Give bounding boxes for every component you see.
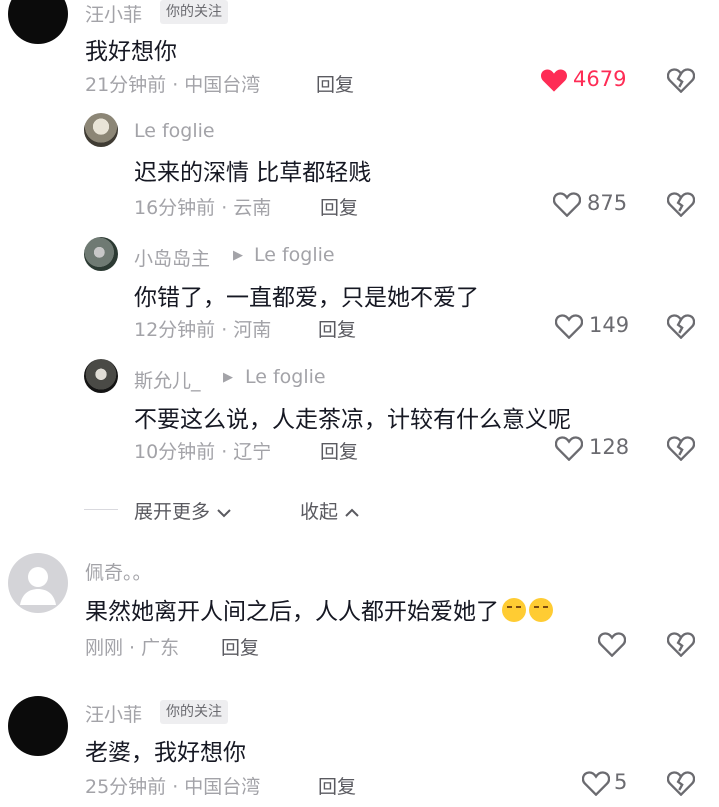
expand-more-label: 展开更多	[134, 501, 211, 523]
broken-heart-icon[interactable]	[667, 435, 695, 461]
reply-button[interactable]: 回复	[316, 70, 354, 97]
default-avatar-icon	[20, 567, 56, 605]
like-count: 875	[587, 191, 628, 215]
comment-time-location: 16分钟前 · 云南	[134, 197, 272, 219]
broken-heart-icon[interactable]	[667, 313, 695, 339]
avatar[interactable]	[84, 113, 118, 147]
heart-icon[interactable]	[555, 435, 583, 461]
avatar[interactable]	[8, 0, 68, 44]
like-count: 4679	[573, 67, 627, 91]
broken-heart-icon[interactable]	[667, 631, 695, 657]
reply-button[interactable]: 回复	[320, 193, 358, 220]
following-badge: 你的关注	[160, 700, 228, 724]
heart-icon[interactable]	[540, 67, 568, 93]
collapse-label: 收起	[300, 501, 339, 523]
comment-time-location: 21分钟前 · 中国台湾	[85, 74, 261, 96]
comment-text: 不要这么说，人走茶凉，计较有什么意义呢	[134, 407, 571, 433]
reply-to-username[interactable]: Le foglie	[254, 244, 335, 266]
comment-time-location: 10分钟前 · 辽宁	[134, 441, 272, 463]
like-count: 5	[614, 770, 628, 794]
broken-heart-icon[interactable]	[667, 67, 695, 93]
reply-button[interactable]: 回复	[221, 633, 259, 660]
crying-emoji-icon	[529, 598, 553, 622]
reply-button[interactable]: 回复	[320, 437, 358, 464]
comment-text: 迟来的深情 比草都轻贱	[134, 160, 372, 186]
like-count: 149	[589, 313, 630, 337]
comment-username[interactable]: 佩奇。。	[85, 558, 152, 585]
chevron-down-icon	[217, 508, 231, 517]
play-triangle-icon: ▶	[223, 370, 233, 385]
comment-username[interactable]: 汪小菲	[85, 0, 142, 27]
expand-more-button[interactable]: 展开更多	[134, 497, 232, 524]
comment-text: 我好想你	[85, 39, 177, 65]
crying-emoji-icon	[502, 598, 526, 622]
play-triangle-icon: ▶	[233, 248, 243, 263]
heart-icon[interactable]	[582, 770, 610, 796]
comment-username[interactable]: 斯允儿_	[134, 366, 201, 393]
like-count: 128	[589, 435, 630, 459]
heart-icon[interactable]	[553, 191, 581, 217]
comment-text: 果然她离开人间之后，人人都开始爱她了	[85, 592, 553, 626]
comment-username[interactable]: Le foglie	[134, 120, 215, 142]
avatar[interactable]	[8, 553, 68, 613]
comment-text: 你错了，一直都爱，只是她不爱了	[134, 285, 479, 311]
reply-button[interactable]: 回复	[318, 772, 356, 799]
broken-heart-icon[interactable]	[667, 191, 695, 217]
comment-username[interactable]: 汪小菲	[85, 700, 142, 727]
chevron-up-icon	[345, 508, 359, 517]
collapse-button[interactable]: 收起	[300, 497, 360, 524]
comment-time-location: 刚刚 · 广东	[85, 637, 180, 659]
comment-text: 老婆，我好想你	[85, 740, 246, 766]
comment-text-content: 果然她离开人间之后，人人都开始爱她了	[85, 599, 499, 625]
avatar[interactable]	[8, 696, 68, 756]
heart-icon[interactable]	[598, 631, 626, 657]
avatar[interactable]	[84, 359, 118, 393]
reply-to-username[interactable]: Le foglie	[245, 366, 326, 388]
avatar[interactable]	[84, 237, 118, 271]
reply-button[interactable]: 回复	[318, 315, 356, 342]
divider	[84, 509, 118, 510]
comment-time-location: 12分钟前 · 河南	[134, 319, 272, 341]
following-badge: 你的关注	[160, 0, 228, 24]
heart-icon[interactable]	[555, 313, 583, 339]
comment-time-location: 25分钟前 · 中国台湾	[85, 776, 261, 798]
comment-username[interactable]: 小岛岛主	[134, 244, 210, 271]
broken-heart-icon[interactable]	[667, 770, 695, 796]
